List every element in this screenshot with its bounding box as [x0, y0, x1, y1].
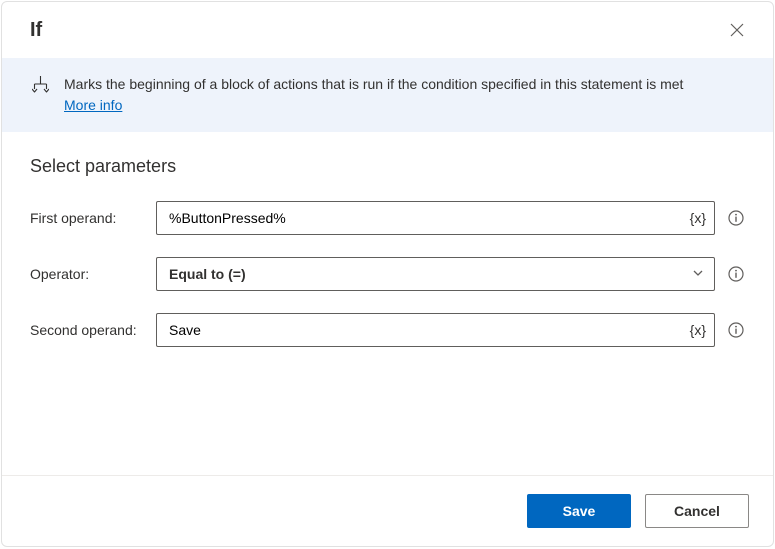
first-operand-info[interactable] [727, 209, 745, 227]
section-title: Select parameters [30, 156, 745, 177]
close-button[interactable] [723, 16, 751, 44]
row-first-operand: First operand: {x} [30, 201, 745, 235]
row-second-operand: Second operand: {x} [30, 313, 745, 347]
dialog-title: If [30, 19, 42, 42]
banner-description: Marks the beginning of a block of action… [64, 76, 683, 92]
save-button[interactable]: Save [527, 494, 631, 528]
info-icon [728, 210, 744, 226]
info-banner: Marks the beginning of a block of action… [2, 58, 773, 132]
second-operand-field[interactable]: {x} [156, 313, 715, 347]
cancel-button[interactable]: Cancel [645, 494, 749, 528]
dialog-footer: Save Cancel [2, 475, 773, 546]
first-operand-input[interactable] [157, 202, 714, 234]
if-action-dialog: If Marks the beginning of a block of act… [1, 1, 774, 547]
info-icon [728, 322, 744, 338]
chevron-down-icon [692, 266, 704, 282]
operator-select[interactable]: Equal to (=) [156, 257, 715, 291]
operator-info[interactable] [727, 265, 745, 283]
more-info-link[interactable]: More info [64, 97, 122, 113]
first-operand-label: First operand: [30, 210, 156, 226]
variable-picker-icon[interactable]: {x} [690, 210, 706, 226]
close-icon [730, 23, 744, 37]
dialog-header: If [2, 2, 773, 58]
branch-icon [30, 74, 50, 116]
operator-label: Operator: [30, 266, 156, 282]
row-operator: Operator: Equal to (=) [30, 257, 745, 291]
dialog-body: Select parameters First operand: {x} Ope… [2, 132, 773, 475]
banner-text: Marks the beginning of a block of action… [64, 74, 745, 116]
second-operand-input[interactable] [157, 314, 714, 346]
first-operand-field[interactable]: {x} [156, 201, 715, 235]
second-operand-info[interactable] [727, 321, 745, 339]
second-operand-label: Second operand: [30, 322, 156, 338]
variable-picker-icon[interactable]: {x} [690, 322, 706, 338]
info-icon [728, 266, 744, 282]
operator-value: Equal to (=) [169, 266, 246, 282]
